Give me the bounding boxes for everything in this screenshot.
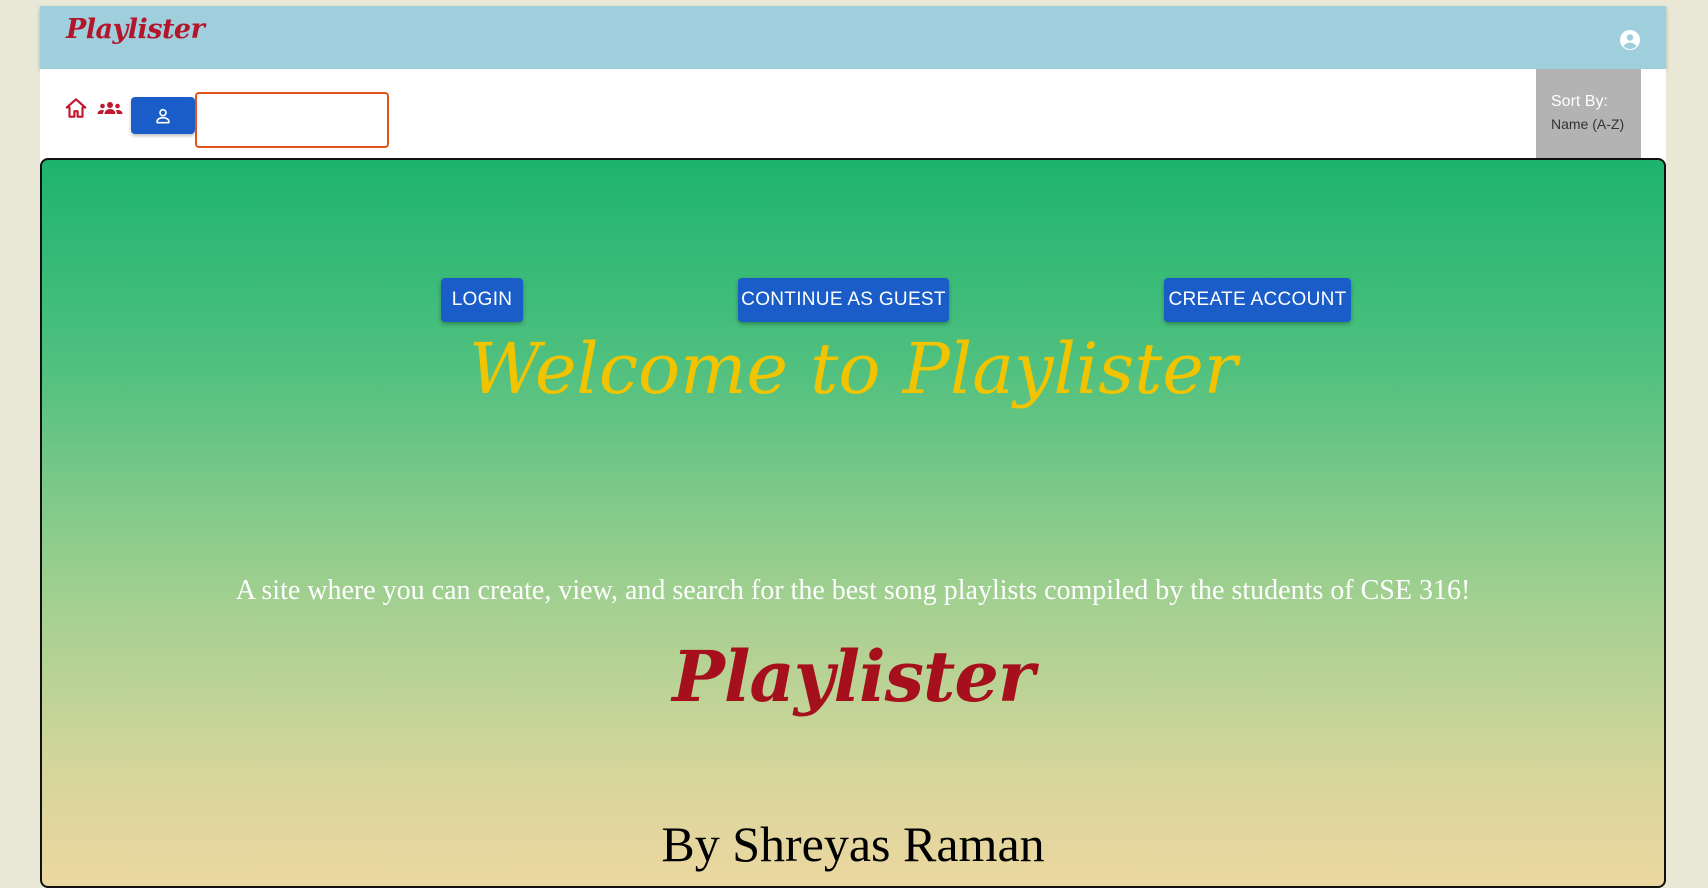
playlister-logo: Playlister (672, 635, 1035, 718)
sort-title: Sort By: (1551, 93, 1608, 110)
splash-panel: LOGIN CONTINUE AS GUEST CREATE ACCOUNT W… (40, 158, 1666, 888)
brand-logo[interactable]: Playlister (66, 14, 205, 45)
continue-as-guest-button[interactable]: CONTINUE AS GUEST (738, 278, 949, 322)
app-root: Playlister Sort By: Name (A-Z) LOGIN CON… (40, 6, 1666, 888)
create-account-button[interactable]: CREATE ACCOUNT (1164, 278, 1351, 322)
groups-icon[interactable] (96, 95, 124, 121)
login-button[interactable]: LOGIN (441, 278, 523, 322)
welcome-heading: Welcome to Playlister (468, 328, 1238, 410)
person-icon (156, 108, 170, 123)
toolbar: Sort By: Name (A-Z) (40, 69, 1666, 164)
home-icon[interactable] (63, 95, 89, 121)
tagline: A site where you can create, view, and s… (235, 575, 1471, 606)
app-bar: Playlister (40, 6, 1666, 69)
sort-value: Name (A-Z) (1551, 116, 1625, 132)
user-lists-button[interactable] (131, 97, 195, 134)
search-input[interactable] (195, 92, 389, 148)
sort-menu[interactable]: Sort By: Name (A-Z) (1536, 69, 1641, 164)
author-byline: By Shreyas Raman (661, 816, 1045, 872)
account-circle-icon[interactable] (1618, 28, 1642, 52)
